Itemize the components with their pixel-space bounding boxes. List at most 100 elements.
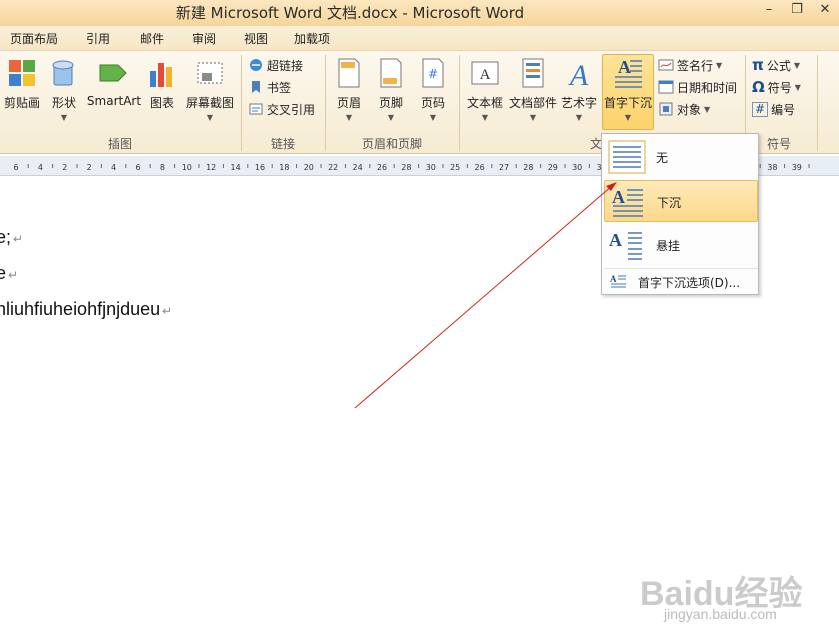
symbol-button[interactable]: Ω 符号 ▼ [752,77,801,97]
symbol-dropdown-arrow: ▼ [794,82,801,92]
number-button[interactable]: # 编号 [752,99,795,119]
ruler-label: 6 [135,163,140,172]
footer-button[interactable]: 页脚 ▼ [372,55,410,125]
object-icon [659,102,673,116]
svg-text:A: A [618,57,631,77]
svg-text:A: A [609,230,622,250]
tab-mailings[interactable]: 邮件 [140,30,164,47]
hyperlink-icon [250,59,262,71]
textbox-label: 文本框 [466,96,503,110]
date-time-button[interactable]: 日期和时间 [658,77,737,97]
ruler-label: 18 [279,163,289,172]
drop-cap-none-item[interactable]: 无 [604,136,758,178]
document-line[interactable]: nliuhfiuheiohfjnjdueu ↵ [0,299,172,320]
header-button[interactable]: 页眉 ▼ [330,55,368,125]
tab-view[interactable]: 视图 [244,30,268,47]
ruler-label: 10 [182,163,192,172]
drop-cap-options-item[interactable]: A 首字下沉选项(D)... [604,268,758,292]
wordart-button[interactable]: A 艺术字 ▼ [560,55,598,125]
object-label: 对象 [677,102,702,117]
ruler-label: 27 [499,163,509,172]
tab-page-layout[interactable]: 页面布局 [10,30,58,47]
symbol-label: 符号 [767,80,792,95]
ruler-label: 24 [353,163,363,172]
wordart-dropdown-arrow: ▼ [575,113,583,122]
ruler-label: 2 [62,163,67,172]
date-time-icon [658,80,674,94]
page-number-icon: # [422,58,444,88]
document-line[interactable]: e; ↵ [0,227,23,248]
smartart-button[interactable]: SmartArt [86,55,142,125]
header-dropdown-arrow: ▼ [345,113,353,122]
tab-review[interactable]: 审阅 [192,30,216,47]
paragraph-mark: ↵ [8,268,19,282]
hyperlink-label: 超链接 [267,58,304,73]
screenshot-button[interactable]: 屏幕截图 ▼ [184,55,236,125]
bookmark-label: 书签 [267,80,292,95]
ruler-label: 4 [111,163,116,172]
textbox-dropdown-arrow: ▼ [481,113,489,122]
quick-parts-icon [522,58,544,88]
object-button[interactable]: 对象 ▼ [658,99,710,119]
paragraph-mark: ↵ [162,304,173,318]
ruler-label: 30 [572,163,582,172]
number-label: 编号 [771,102,796,117]
shapes-button[interactable]: 形状 ▼ [44,55,84,125]
chart-button[interactable]: 图表 [144,55,180,125]
ruler-label: 16 [255,163,265,172]
drop-cap-menu: 无 A 下沉 A 悬挂 A 首字下沉选项(D)... [601,133,759,295]
drop-cap-options-label: 首字下沉选项(D)... [638,276,741,290]
bookmark-button[interactable]: 书签 [248,77,291,97]
screenshot-dropdown-arrow: ▼ [206,113,214,122]
footer-dropdown-arrow: ▼ [387,113,395,122]
drop-cap-label: 首字下沉 [603,96,652,110]
svg-text:A: A [480,67,491,83]
drop-cap-dropped-item[interactable]: A 下沉 [604,180,758,222]
header-icon [338,58,360,88]
symbol-icon: Ω [752,78,765,96]
dropcap-margin-icon: A [609,230,642,260]
group-label-illustrations: 插图 [107,137,132,151]
tab-references[interactable]: 引用 [86,30,110,47]
ruler-label: 30 [426,163,436,172]
hyperlink-button[interactable]: 超链接 [248,55,303,75]
ruler-label: 29 [548,163,558,172]
ruler-label: 12 [206,163,216,172]
page-number-button[interactable]: # 页码 ▼ [414,55,452,125]
drop-cap-margin-item[interactable]: A 悬挂 [604,224,758,266]
equation-label: 公式 [766,58,791,73]
cross-reference-label: 交叉引用 [267,102,316,117]
shapes-dropdown-arrow: ▼ [60,113,68,122]
ruler-label: 26 [377,163,387,172]
restore-button[interactable]: ❐ [786,2,808,18]
tab-addins[interactable]: 加载项 [294,30,330,47]
ribbon-tabs: 页面布局 引用 邮件 审阅 视图 加载项 [0,26,839,50]
clipart-icon [9,60,35,86]
clipart-label: 剪贴画 [3,96,40,110]
title-bar: 新建 Microsoft Word 文档.docx - Microsoft Wo… [0,0,839,26]
bookmark-icon [252,81,260,93]
dropcap-dropped-icon: A [612,187,643,217]
signature-line-button[interactable]: 签名行 ▼ [658,55,722,75]
equation-button[interactable]: π 公式 ▼ [752,55,800,75]
screenshot-label: 屏幕截图 [185,96,234,110]
wordart-label: 艺术字 [560,96,597,110]
cross-reference-button[interactable]: 交叉引用 [248,99,315,119]
shapes-label: 形状 [51,96,76,110]
shapes-icon [52,60,74,86]
minimize-button[interactable]: – [758,2,780,18]
textbox-button[interactable]: A 文本框 ▼ [464,55,506,125]
drop-cap-button[interactable]: A 首字下沉 ▼ [602,54,654,130]
quick-parts-label: 文档部件 [508,96,557,110]
close-button[interactable]: ✕ [814,2,836,18]
clipart-button[interactable]: 剪贴画 [2,55,42,125]
ruler-label: 20 [304,163,314,172]
document-line[interactable]: e ↵ [0,263,18,284]
quick-parts-button[interactable]: 文档部件 ▼ [508,55,558,125]
ruler-label: 22 [328,163,338,172]
signature-line-icon [658,59,674,71]
paragraph-mark: ↵ [13,232,24,246]
page-number-dropdown-arrow: ▼ [429,113,437,122]
ruler-label: 14 [231,163,241,172]
svg-text:A: A [568,59,589,89]
